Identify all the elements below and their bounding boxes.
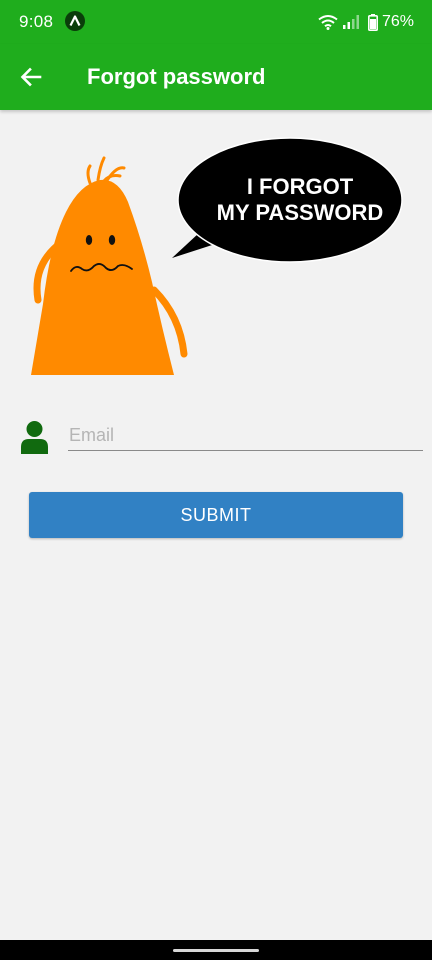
home-indicator[interactable] (173, 949, 259, 952)
battery-icon (367, 13, 378, 31)
arrow-left-icon (20, 67, 42, 87)
speech-bubble-line-2: MY PASSWORD (216, 200, 384, 225)
page-title: Forgot password (87, 64, 266, 89)
email-input[interactable] (68, 420, 423, 451)
speech-bubble-text: I FORGOT MY PASSWORD (200, 174, 400, 226)
navigation-bar (0, 940, 432, 960)
status-time: 9:08 (19, 12, 54, 31)
status-icons: 76% (318, 11, 414, 33)
signal-icon (342, 15, 359, 29)
battery-percentage: 76% (381, 13, 414, 30)
speech-bubble-line-1: I FORGOT (246, 174, 354, 199)
submit-button[interactable]: SUBMIT (29, 492, 403, 538)
wifi-icon (318, 15, 338, 30)
app-notification-icon (65, 11, 85, 31)
back-button[interactable] (14, 60, 48, 94)
email-field-row (20, 415, 423, 455)
sad-character (31, 156, 188, 375)
forgot-password-illustration: I FORGOT MY PASSWORD (28, 132, 408, 377)
status-bar: 9:08 76% (0, 0, 432, 44)
person-icon (21, 421, 48, 454)
illustration-graphic (31, 137, 403, 375)
app-bar: Forgot password (0, 44, 432, 110)
